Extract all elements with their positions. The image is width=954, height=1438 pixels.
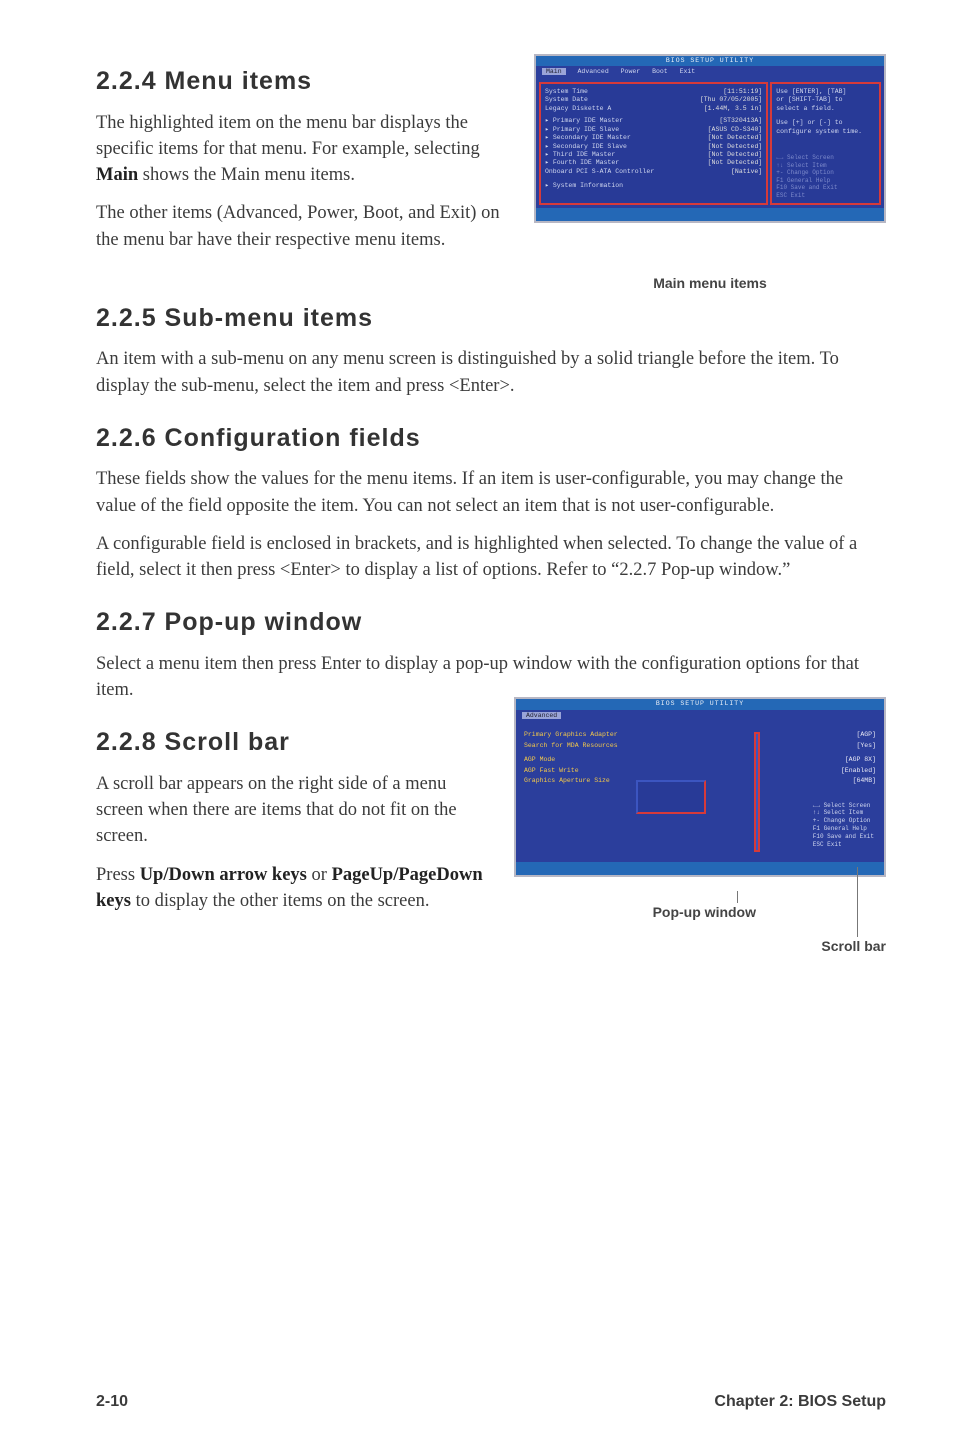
p-227: Select a menu item then press Enter to d… xyxy=(96,651,886,704)
sysinfo: ▸ System Information xyxy=(545,182,762,190)
v: [11:51:19] xyxy=(717,88,762,96)
bios-right-pane: Use [ENTER], [TAB] or [SHIFT-TAB] to sel… xyxy=(770,82,881,205)
k: AGP Mode xyxy=(524,756,555,764)
txt: to display the other items on the screen… xyxy=(131,891,430,911)
tab-exit: Exit xyxy=(680,68,696,75)
bios-left-pane: System Time [11:51:19] System Date [Thu 07… xyxy=(539,82,768,205)
v: [Not Detected] xyxy=(702,151,763,159)
updown-keys: Up/Down arrow keys xyxy=(140,865,307,885)
heading-226: 2.2.6 Configuration fields xyxy=(96,421,886,457)
k: Onboard PCI S-ATA Controller xyxy=(545,168,654,176)
heading-227: 2.2.7 Pop-up window xyxy=(96,605,886,641)
k: System Date xyxy=(545,96,588,104)
v: [AGP 8X] xyxy=(845,756,876,764)
scroll-label: Scroll bar xyxy=(821,937,886,957)
main-menu-caption: Main menu items xyxy=(534,274,886,294)
v: [Yes] xyxy=(856,742,876,750)
txt: The highlighted item on the menu bar dis… xyxy=(96,113,480,159)
k: Legacy Diskette A xyxy=(545,105,611,113)
bios-foot xyxy=(536,208,884,220)
p-224-2: The other items (Advanced, Power, Boot, … xyxy=(96,200,516,253)
pop-title: BIOS SETUP UTILITY xyxy=(516,699,884,709)
txt: shows the Main menu items. xyxy=(138,165,355,185)
v: [Native] xyxy=(725,168,762,176)
page-number: 2-10 xyxy=(96,1391,128,1414)
tab-boot: Boot xyxy=(652,68,668,75)
v: [Not Detected] xyxy=(702,134,763,142)
v: [Not Detected] xyxy=(702,143,763,151)
v: [Not Detected] xyxy=(702,159,763,167)
v: [ST320413A] xyxy=(713,117,762,125)
p-224-1: The highlighted item on the menu bar dis… xyxy=(96,110,516,189)
chapter-title: Chapter 2: BIOS Setup xyxy=(714,1391,886,1414)
k: ▸ Fourth IDE Master xyxy=(545,159,619,167)
k: ▸ Secondary IDE Master xyxy=(545,134,631,142)
p-226-2: A configurable field is enclosed in brac… xyxy=(96,531,886,584)
help1: Use [ENTER], [TAB] or [SHIFT-TAB] to sel… xyxy=(776,88,875,113)
pop-foot xyxy=(516,862,884,874)
txt: or xyxy=(307,865,332,885)
p-225: An item with a sub-menu on any menu scre… xyxy=(96,346,886,399)
tab-power: Power xyxy=(621,68,641,75)
popup-box xyxy=(636,780,706,814)
callout-line-scroll xyxy=(857,867,858,937)
tab-advanced: Advanced xyxy=(578,68,609,75)
help2: Use [+] or [-] to configure system time. xyxy=(776,119,875,136)
k: System Time xyxy=(545,88,588,96)
k: AGP Fast Write xyxy=(524,767,579,775)
v: [AGP] xyxy=(856,731,876,739)
bios-main-screenshot: BIOS SETUP UTILITY Main Advanced Power B… xyxy=(534,54,886,223)
tab-main: Main xyxy=(542,68,566,75)
p-228-1: A scroll bar appears on the right side o… xyxy=(96,771,486,850)
k: Primary Graphics Adapter xyxy=(524,731,618,739)
k: Graphics Aperture Size xyxy=(524,777,610,785)
v: [ASUS CD-S340] xyxy=(702,126,763,134)
k: ▸ Third IDE Master xyxy=(545,151,615,159)
v: [1.44M, 3.5 in] xyxy=(698,105,763,113)
legend: ←→ Select Screen ↑↓ Select Item +- Chang… xyxy=(776,154,875,199)
k: Search for MDA Resources xyxy=(524,742,618,750)
k: ▸ Primary IDE Slave xyxy=(545,126,619,134)
bios-menubar: Main Advanced Power Boot Exit xyxy=(536,66,884,78)
heading-228: 2.2.8 Scroll bar xyxy=(96,725,486,761)
k: ▸ Primary IDE Master xyxy=(545,117,623,125)
p-228-2: Press Up/Down arrow keys or PageUp/PageD… xyxy=(96,862,486,915)
txt: Press xyxy=(96,865,140,885)
heading-225: 2.2.5 Sub-menu items xyxy=(96,301,886,337)
tab-advanced: Advanced xyxy=(522,712,561,719)
main-bold: Main xyxy=(96,165,138,185)
pop-legend: ←→ Select Screen ↑↓ Select Item +- Chang… xyxy=(813,802,874,849)
pop-menubar: Advanced xyxy=(516,710,884,722)
scroll-bar xyxy=(754,732,760,852)
v: [Enabled] xyxy=(841,767,876,775)
bios-popup-screenshot: BIOS SETUP UTILITY Advanced Primary Grap… xyxy=(514,697,886,876)
bios-title: BIOS SETUP UTILITY xyxy=(536,56,884,66)
callout-line-popup xyxy=(737,891,738,903)
popup-label: Pop-up window xyxy=(653,903,756,923)
p-226-1: These fields show the values for the men… xyxy=(96,466,886,519)
k: ▸ Secondary IDE Slave xyxy=(545,143,627,151)
v: [64MB] xyxy=(853,777,876,785)
v: [Thu 07/05/2005] xyxy=(694,96,762,104)
